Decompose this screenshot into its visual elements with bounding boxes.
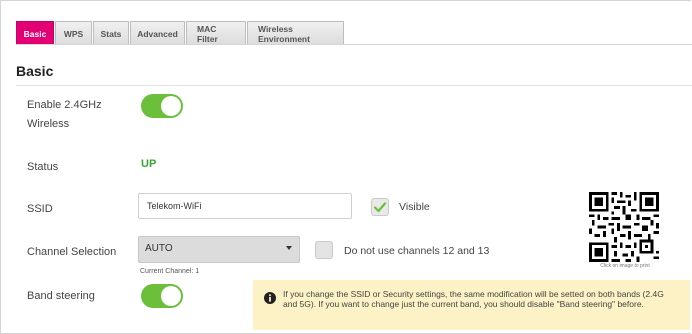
checkmark-icon — [373, 202, 387, 213]
channel-selection-label: Channel Selection — [27, 246, 117, 258]
toggle-knob — [161, 286, 181, 306]
enable-wireless-toggle[interactable] — [141, 94, 183, 118]
tab-advanced[interactable]: Advanced — [130, 21, 185, 45]
qr-code-image[interactable] — [589, 192, 659, 262]
band-steering-toggle[interactable] — [141, 284, 183, 308]
toggle-knob — [161, 96, 181, 116]
enable-wireless-label: Enable 2.4GHz Wireless — [27, 96, 102, 134]
info-icon — [264, 292, 276, 304]
no-channels-12-13-checkbox[interactable] — [315, 241, 333, 259]
tab-wps[interactable]: WPS — [55, 21, 92, 45]
status-label: Status — [27, 161, 59, 173]
tab-bar: Basic WPS Stats Advanced MAC Filter Wire… — [16, 19, 345, 45]
dropdown-arrow-icon — [286, 246, 292, 250]
tab-mac-filter[interactable]: MAC Filter — [186, 21, 246, 45]
qr-caption: Click on image to print — [600, 263, 650, 269]
tab-underline — [16, 44, 692, 45]
info-message-text: If you change the SSID or Security setti… — [283, 289, 664, 309]
section-divider — [16, 85, 692, 86]
band-steering-label: Band steering — [27, 290, 95, 302]
tab-basic[interactable]: Basic — [16, 21, 54, 45]
channel-select-value: AUTO — [145, 243, 173, 254]
tab-wireless-environment[interactable]: Wireless Environment — [247, 21, 344, 45]
status-value: UP — [141, 158, 157, 170]
enable-wireless-label-line2: Wireless — [27, 118, 70, 130]
channel-select[interactable]: AUTO — [138, 236, 300, 263]
info-message-box: If you change the SSID or Security setti… — [253, 280, 690, 330]
section-title: Basic — [16, 63, 54, 79]
visible-checkbox[interactable] — [371, 198, 389, 216]
current-channel-text: Current Channel: 1 — [140, 268, 200, 275]
no-channels-12-13-label: Do not use channels 12 and 13 — [344, 245, 490, 257]
visible-label: Visible — [399, 201, 430, 213]
ssid-input[interactable] — [138, 193, 352, 219]
ssid-label: SSID — [27, 203, 53, 215]
enable-wireless-label-line1: Enable 2.4GHz — [27, 99, 102, 111]
tab-stats[interactable]: Stats — [93, 21, 129, 45]
